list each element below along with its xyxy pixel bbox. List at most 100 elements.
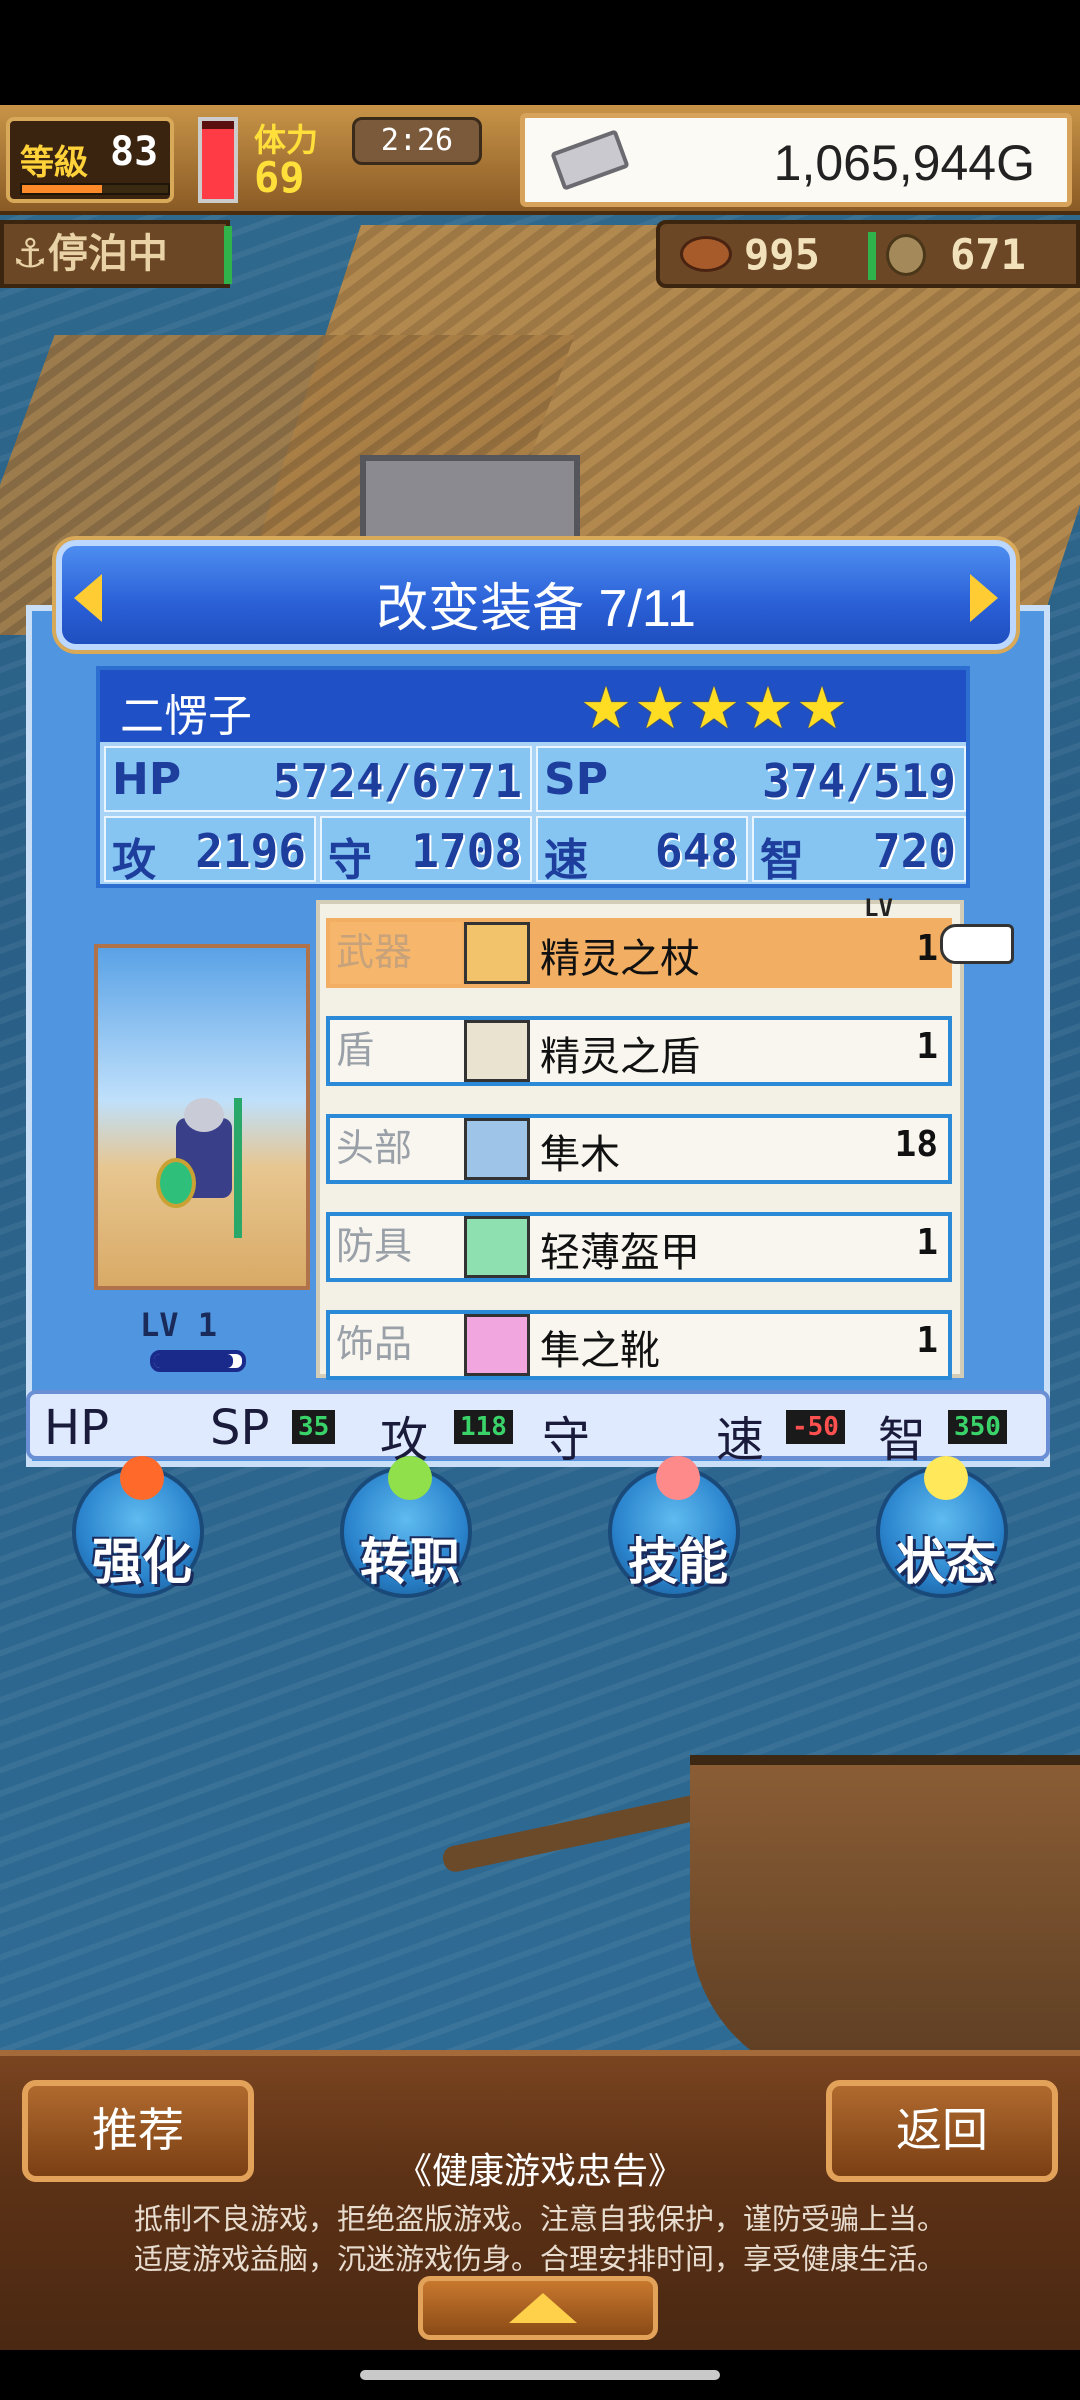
- sprite-staff: [234, 1098, 242, 1238]
- leaf-icon: [388, 1456, 432, 1500]
- stamina-bar: [198, 117, 238, 203]
- bonus-atk-value: 118: [454, 1410, 513, 1444]
- dialog-title-bar: 改变装备 7/11: [56, 540, 1016, 650]
- character-sprite: [156, 1098, 252, 1238]
- staff-icon: [464, 922, 530, 984]
- action-label: 技能: [628, 1533, 728, 1591]
- action-label: 转职: [360, 1533, 460, 1591]
- dialog-title: 改变装备 7/11: [376, 580, 696, 638]
- character-portrait: [94, 944, 310, 1290]
- def-value: 1708: [411, 824, 522, 878]
- stamina-bar-fill: [202, 128, 234, 199]
- bonus-def-label: 守: [542, 1412, 591, 1468]
- footer-bar: 推荐 返回 《健康游戏忠告》 抵制不良游戏，拒绝盗版游戏。注意自我保护，谨防受骗…: [0, 2050, 1080, 2350]
- hp-label: HP: [112, 754, 182, 805]
- equipment-row[interactable]: 武器 精灵之杖 1: [326, 918, 952, 988]
- equipment-row[interactable]: 饰品 隼之靴 1: [326, 1310, 952, 1380]
- item-name: 精灵之杖: [540, 937, 700, 981]
- pointing-hand-icon: [940, 924, 1014, 964]
- bonus-spd-value: -50: [786, 1410, 845, 1444]
- character-stats-panel: 二愣子 ★★★★★ HP 5724/6771 SP 374/519 攻 2196…: [96, 666, 970, 888]
- wood-icon: [886, 234, 926, 276]
- bonus-sp-label: SP: [210, 1400, 270, 1456]
- status-indicator: [224, 226, 232, 284]
- slot-label: 武器: [330, 922, 462, 984]
- def-stat: 守 1708: [320, 816, 532, 886]
- silver-bar-icon: [550, 129, 630, 191]
- action-label: 强化: [92, 1533, 192, 1591]
- int-value: 720: [872, 824, 956, 878]
- slot-label: 饰品: [336, 1324, 413, 1366]
- equipment-row[interactable]: 盾 精灵之盾 1: [326, 1016, 952, 1086]
- equipment-bonus-bar: HP SP 35 攻 118 守 速 -50 智 350: [26, 1390, 1050, 1468]
- sprite-shield: [156, 1158, 196, 1208]
- home-indicator[interactable]: [360, 2370, 720, 2380]
- next-character-icon[interactable]: [970, 574, 998, 622]
- food-amount: 995: [744, 230, 820, 279]
- item-level: 1: [916, 928, 938, 969]
- hp-value: 5724/6771: [272, 754, 522, 808]
- level-progress-bar: [150, 1350, 246, 1372]
- expand-menu-button[interactable]: [418, 2276, 658, 2340]
- sp-value: 374/519: [762, 754, 956, 808]
- item-name: 轻薄盔甲: [540, 1231, 700, 1275]
- helmet-icon: [464, 1118, 530, 1180]
- exp-bar-fill: [22, 185, 103, 193]
- item-name: 隼之靴: [540, 1329, 660, 1373]
- item-level: 18: [894, 1124, 938, 1165]
- hp-stat: HP 5724/6771: [104, 746, 532, 812]
- slot-label: 头部: [336, 1128, 413, 1170]
- bonus-int-label: 智: [878, 1412, 927, 1468]
- job-change-button[interactable]: 转职: [340, 1456, 472, 1598]
- level-value: 83: [110, 129, 159, 175]
- enhance-button[interactable]: 强化: [72, 1456, 204, 1598]
- resource-box: 995 671: [656, 220, 1080, 288]
- wood-amount: 671: [950, 230, 1026, 279]
- top-hud: 等級 83 体力 69 2:26 1,065,944G: [0, 105, 1080, 215]
- gold-display[interactable]: 1,065,944G: [520, 113, 1072, 207]
- status-button[interactable]: 状态: [876, 1456, 1008, 1598]
- skills-button[interactable]: 技能: [608, 1456, 740, 1598]
- anchor-status[interactable]: ⚓停泊中: [0, 220, 230, 288]
- boots-icon: [464, 1314, 530, 1376]
- health-notice-line-1: 抵制不良游戏，拒绝盗版游戏。注意自我保护，谨防受骗上当。: [133, 2204, 946, 2236]
- equipment-row[interactable]: 头部 隼木 18: [326, 1114, 952, 1184]
- character-level: LV 1: [140, 1306, 218, 1344]
- sparkle-icon: [924, 1456, 968, 1500]
- atk-stat: 攻 2196: [104, 816, 316, 886]
- item-level: 1: [916, 1026, 938, 1067]
- health-notice-title: 《健康游戏忠告》: [395, 2150, 684, 2191]
- ship-hull: [690, 1755, 1080, 2085]
- int-stat: 智 720: [752, 816, 966, 886]
- bonus-spd-label: 速: [716, 1412, 765, 1468]
- def-label: 守: [328, 835, 372, 886]
- level-box: 等級 83: [6, 117, 174, 203]
- star-rating: ★★★★★: [580, 674, 850, 742]
- gold-amount: 1,065,944G: [773, 135, 1035, 191]
- bonus-sp-value: 35: [292, 1410, 336, 1444]
- action-label: 状态: [896, 1533, 996, 1591]
- armor-icon: [464, 1216, 530, 1278]
- atk-value: 2196: [195, 824, 306, 878]
- level-label: 等級: [20, 143, 88, 183]
- bonus-hp-label: HP: [44, 1400, 110, 1456]
- int-label: 智: [760, 835, 804, 886]
- equipment-row[interactable]: 防具 轻薄盔甲 1: [326, 1212, 952, 1282]
- spd-stat: 速 648: [536, 816, 748, 886]
- arrow-up-icon: [120, 1456, 164, 1500]
- level-progress-fill: [154, 1354, 234, 1368]
- flame-icon: [656, 1456, 700, 1500]
- atk-label: 攻: [112, 835, 156, 886]
- stamina-value: 69: [254, 153, 305, 202]
- spd-label: 速: [544, 835, 588, 886]
- shield-icon: [464, 1020, 530, 1082]
- bonus-int-value: 350: [948, 1410, 1007, 1444]
- item-level: 1: [916, 1320, 938, 1361]
- slot-label: 防具: [336, 1226, 413, 1268]
- sprite-helmet: [184, 1098, 224, 1132]
- game-clock: 2:26: [352, 117, 482, 165]
- item-name: 隼木: [540, 1133, 620, 1177]
- item-name: 精灵之盾: [540, 1035, 700, 1079]
- exp-bar: [20, 183, 170, 195]
- food-icon: [680, 236, 732, 272]
